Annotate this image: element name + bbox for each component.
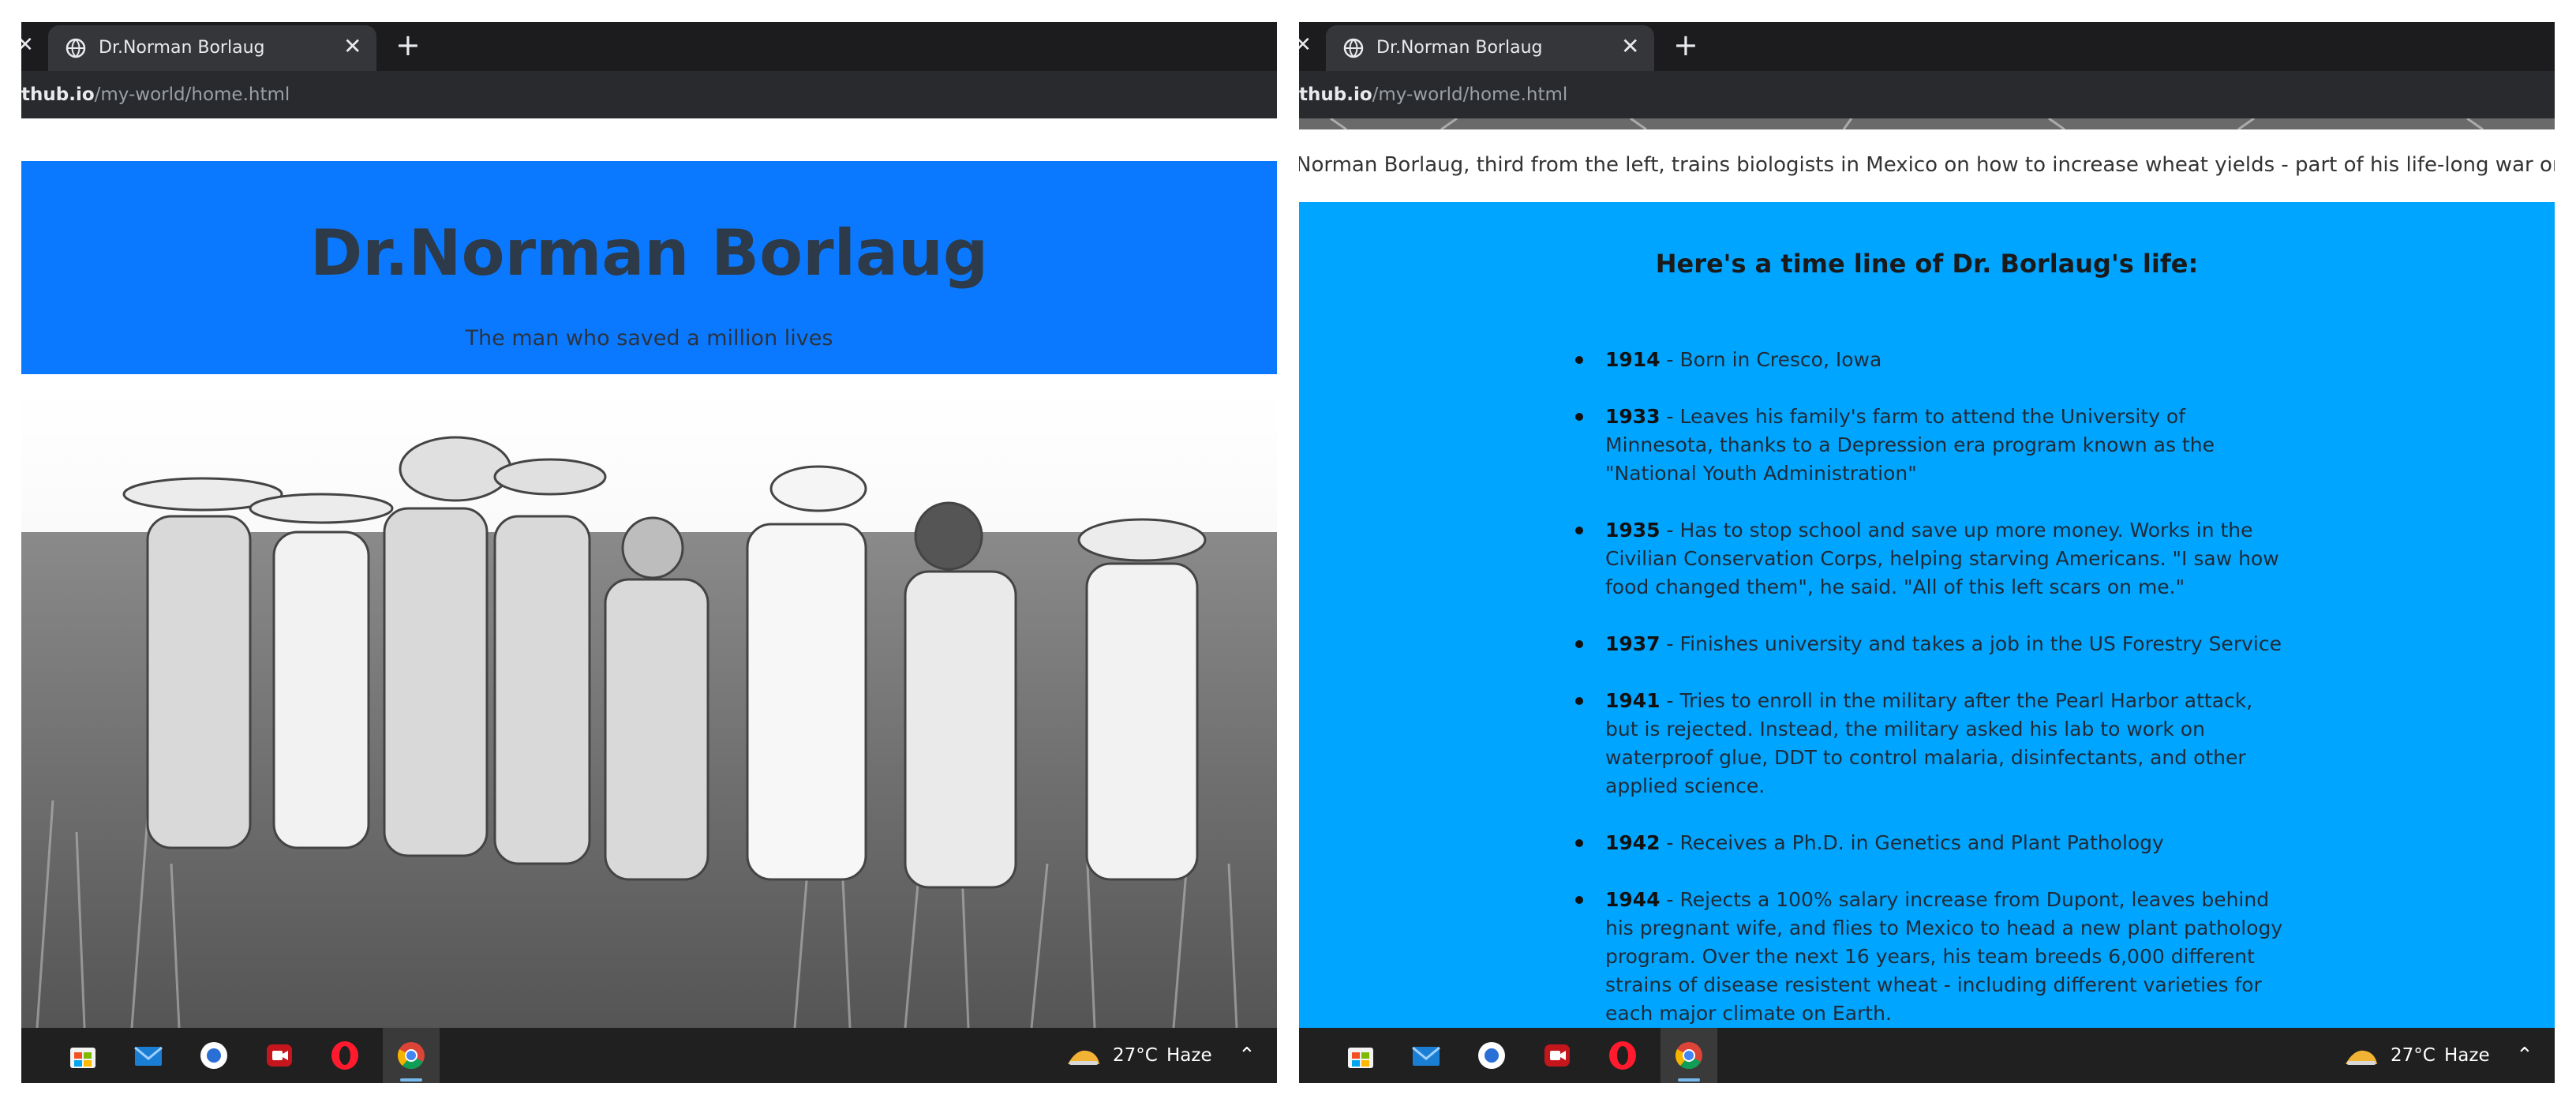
address-bar[interactable]: thub.io/my-world/home.html (21, 71, 1277, 118)
timeline-year: 1914 (1605, 348, 1661, 371)
tab-active[interactable]: Dr.Norman Borlaug ✕ (1326, 25, 1654, 71)
page-subtitle: The man who saved a million lives (465, 326, 833, 351)
taskbar-active-indicator (400, 1078, 422, 1082)
browser-window-left: ✕ Dr.Norman Borlaug ✕ + thub.io/my-world… (21, 22, 1277, 1083)
browser-window-right: ✕ Dr.Norman Borlaug ✕ + thub.io/my-world… (1299, 22, 2555, 1083)
bullet-icon (1575, 839, 1583, 847)
bullet-icon (1575, 527, 1583, 534)
weather-condition[interactable]: Haze (2444, 1044, 2490, 1067)
chrome-icon[interactable] (1673, 1040, 1705, 1071)
timeline-year: 1933 (1605, 405, 1661, 428)
timeline-item: 1933 - Leaves his family's farm to atten… (1575, 403, 2286, 488)
microsoft-store-icon[interactable] (1345, 1040, 1376, 1071)
taskbar: 27°C Haze ⌃ (21, 1028, 1277, 1083)
taskbar-active-indicator (1678, 1078, 1700, 1082)
address-bar[interactable]: thub.io/my-world/home.html (1299, 71, 2555, 118)
bullet-icon (1575, 356, 1583, 364)
new-tab-icon[interactable]: + (395, 30, 421, 60)
tab-strip: ✕ Dr.Norman Borlaug ✕ + (21, 22, 1277, 71)
taskbar: 27°C Haze ⌃ (1299, 1028, 2555, 1083)
url-host: thub.io (21, 84, 95, 105)
timeline-year: 1942 (1605, 831, 1661, 854)
opera-icon[interactable] (1607, 1040, 1638, 1071)
timeline-text: - Tries to enroll in the military after … (1605, 689, 2253, 797)
tab-close-icon[interactable]: ✕ (1621, 35, 1639, 58)
timeline-year: 1944 (1605, 888, 1661, 911)
chrome-icon[interactable] (395, 1040, 427, 1071)
previous-tab-close-icon[interactable]: ✕ (1299, 33, 1312, 57)
timeline-item: 1914 - Born in Cresco, Iowa (1575, 346, 2286, 374)
timeline-item: 1944 - Rejects a 100% salary increase fr… (1575, 886, 2286, 1028)
timeline-list: 1914 - Born in Cresco, Iowa 1933 - Leave… (1575, 346, 2286, 1056)
globe-icon (66, 38, 86, 58)
timeline-text: - Receives a Ph.D. in Genetics and Plant… (1660, 831, 2164, 854)
timeline-text: - Finishes university and takes a job in… (1660, 632, 2282, 655)
camera-app-icon[interactable] (264, 1040, 295, 1071)
tab-title: Dr.Norman Borlaug (99, 38, 265, 58)
tab-close-icon[interactable]: ✕ (343, 35, 361, 58)
weather-temperature[interactable]: 27°C (2391, 1044, 2436, 1067)
photo-bottom-edge (1299, 118, 2555, 129)
timeline-text: - Born in Cresco, Iowa (1660, 348, 1882, 371)
borlaug-field-photo (21, 390, 1277, 1028)
url-text[interactable]: thub.io/my-world/home.html (1299, 82, 1567, 107)
bullet-icon (1575, 640, 1583, 648)
camera-app-icon[interactable] (1541, 1040, 1573, 1071)
tab-active[interactable]: Dr.Norman Borlaug ✕ (48, 25, 376, 71)
timeline-year: 1935 (1605, 519, 1661, 542)
url-text[interactable]: thub.io/my-world/home.html (21, 82, 290, 107)
timeline-text: - Leaves his family's farm to attend the… (1605, 405, 2215, 485)
tab-strip: ✕ Dr.Norman Borlaug ✕ + (1299, 22, 2555, 71)
opera-icon[interactable] (329, 1040, 361, 1071)
weather-condition[interactable]: Haze (1166, 1044, 1212, 1067)
timeline-text: - Has to stop school and save up more mo… (1605, 519, 2279, 598)
microsoft-store-icon[interactable] (67, 1040, 99, 1071)
timeline-item: 1935 - Has to stop school and save up mo… (1575, 516, 2286, 602)
tab-title: Dr.Norman Borlaug (1376, 38, 1543, 58)
previous-tab-close-icon[interactable]: ✕ (21, 33, 34, 57)
timeline-year: 1941 (1605, 689, 1661, 712)
hero-banner: Dr.Norman Borlaug The man who saved a mi… (21, 161, 1277, 374)
weather-temperature[interactable]: 27°C (1113, 1044, 1158, 1067)
url-path: /my-world/home.html (1372, 84, 1568, 105)
timeline-section: Here's a time line of Dr. Borlaug's life… (1299, 202, 2555, 1028)
url-path: /my-world/home.html (94, 84, 290, 105)
page-title: Dr.Norman Borlaug (309, 216, 989, 290)
bullet-icon (1575, 697, 1583, 705)
weather-haze-icon[interactable] (1066, 1044, 1101, 1069)
tray-chevron-up-icon[interactable]: ⌃ (2516, 1044, 2533, 1067)
bullet-icon (1575, 413, 1583, 421)
timeline-heading: Here's a time line of Dr. Borlaug's life… (1655, 249, 2199, 279)
timeline-item: 1941 - Tries to enroll in the military a… (1575, 687, 2286, 800)
bullet-icon (1575, 896, 1583, 904)
timeline-text: - Rejects a 100% salary increase from Du… (1605, 888, 2283, 1025)
url-host: thub.io (1299, 84, 1372, 105)
photos-icon[interactable] (1476, 1040, 1507, 1071)
mail-icon[interactable] (133, 1040, 164, 1071)
weather-haze-icon[interactable] (2344, 1044, 2379, 1069)
tray-chevron-up-icon[interactable]: ⌃ (1238, 1044, 1256, 1067)
globe-icon (1343, 38, 1364, 58)
new-tab-icon[interactable]: + (1673, 30, 1698, 60)
timeline-year: 1937 (1605, 632, 1661, 655)
mail-icon[interactable] (1410, 1040, 1442, 1071)
timeline-item: 1942 - Receives a Ph.D. in Genetics and … (1575, 829, 2286, 857)
photos-icon[interactable] (198, 1040, 230, 1071)
photo-caption: Norman Borlaug, third from the left, tra… (1299, 153, 2555, 177)
timeline-item: 1937 - Finishes university and takes a j… (1575, 630, 2286, 658)
